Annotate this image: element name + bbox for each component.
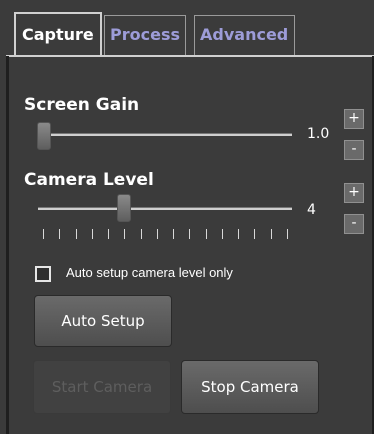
camera-level-tick (59, 229, 61, 239)
camera-level-tick (43, 229, 44, 239)
screen-gain-increment-button[interactable]: + (344, 109, 364, 129)
tab-strip-divider (6, 55, 374, 57)
camera-level-label: Camera Level (24, 170, 154, 190)
tab-advanced[interactable]: Advanced (194, 15, 295, 55)
camera-level-increment-button[interactable]: + (344, 183, 364, 203)
camera-level-tick (124, 229, 126, 239)
camera-level-tick (189, 229, 191, 239)
tab-process[interactable]: Process (104, 15, 186, 55)
tab-capture[interactable]: Capture (14, 12, 102, 57)
start-camera-button[interactable]: Start Camera (33, 360, 171, 414)
screen-gain-decrement-button[interactable]: - (344, 140, 364, 160)
camera-level-decrement-button[interactable]: - (344, 214, 364, 234)
auto-setup-button[interactable]: Auto Setup (34, 295, 172, 347)
screen-gain-slider[interactable] (38, 133, 292, 136)
camera-level-tick (75, 229, 77, 239)
stop-camera-button[interactable]: Stop Camera (181, 360, 319, 414)
screen-gain-label: Screen Gain (24, 95, 140, 115)
camera-level-value: 4 (307, 202, 316, 218)
camera-level-slider[interactable] (38, 207, 292, 210)
camera-level-tick (173, 229, 175, 239)
panel-left-border (6, 56, 9, 434)
camera-level-tick (270, 229, 272, 239)
camera-level-tick (91, 229, 93, 239)
camera-level-tick (140, 229, 142, 239)
screen-gain-slider-thumb[interactable] (37, 122, 51, 150)
camera-level-tick (205, 229, 207, 239)
screen-gain-value: 1.0 (307, 126, 330, 142)
camera-level-slider-thumb[interactable] (117, 194, 132, 222)
camera-level-tick (254, 229, 256, 239)
camera-level-tick (238, 229, 240, 239)
auto-setup-level-only-label: Auto setup camera level only (66, 265, 233, 280)
camera-level-tick (108, 229, 110, 239)
camera-level-tick (221, 229, 223, 239)
capture-panel: Capture Process Advanced Screen Gain 1.0… (0, 0, 374, 434)
camera-level-tick (156, 229, 158, 239)
camera-level-tick (287, 229, 288, 239)
auto-setup-level-only-checkbox[interactable] (35, 266, 51, 282)
